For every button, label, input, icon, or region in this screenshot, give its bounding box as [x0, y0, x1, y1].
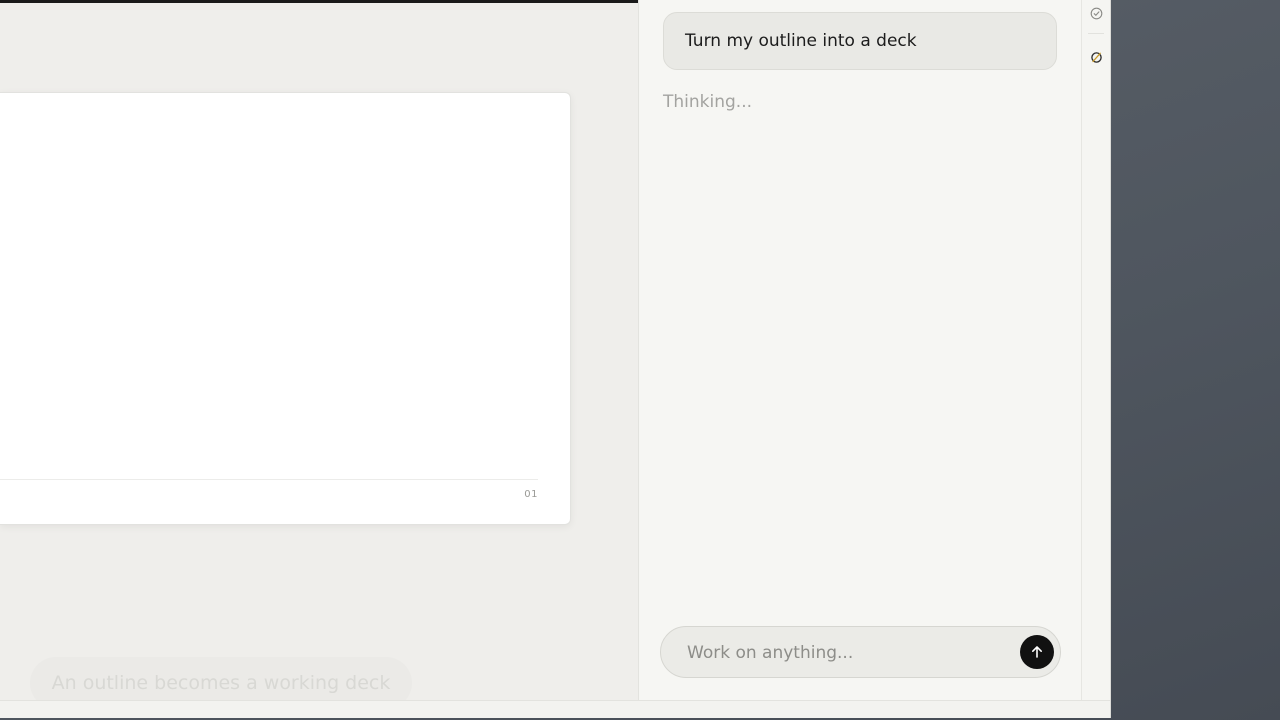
chat-panel: Turn my outline into a deck Thinking...: [638, 0, 1082, 700]
arrow-up-icon: [1032, 646, 1042, 658]
rail-divider: [1088, 33, 1104, 34]
slide-page-number: 01: [524, 489, 538, 500]
user-message-text: Turn my outline into a deck: [685, 31, 917, 51]
app-window: 01 An outline becomes a working deck Tur…: [0, 0, 1111, 718]
window-bottom-strip: [0, 700, 1110, 718]
slash-circle-icon[interactable]: [1089, 50, 1103, 64]
user-message-bubble: Turn my outline into a deck: [663, 12, 1057, 70]
check-circle-icon[interactable]: [1089, 6, 1103, 20]
composer: [660, 626, 1061, 679]
assistant-status: Thinking...: [663, 92, 753, 112]
slide-canvas: 01 An outline becomes a working deck: [0, 3, 638, 709]
slide-footer-rule: [0, 479, 538, 480]
send-button[interactable]: [1020, 635, 1054, 669]
message-input[interactable]: [685, 627, 1009, 679]
caption-text: An outline becomes a working deck: [51, 672, 391, 694]
slide-preview[interactable]: 01: [0, 92, 571, 525]
right-rail: [1081, 0, 1110, 700]
